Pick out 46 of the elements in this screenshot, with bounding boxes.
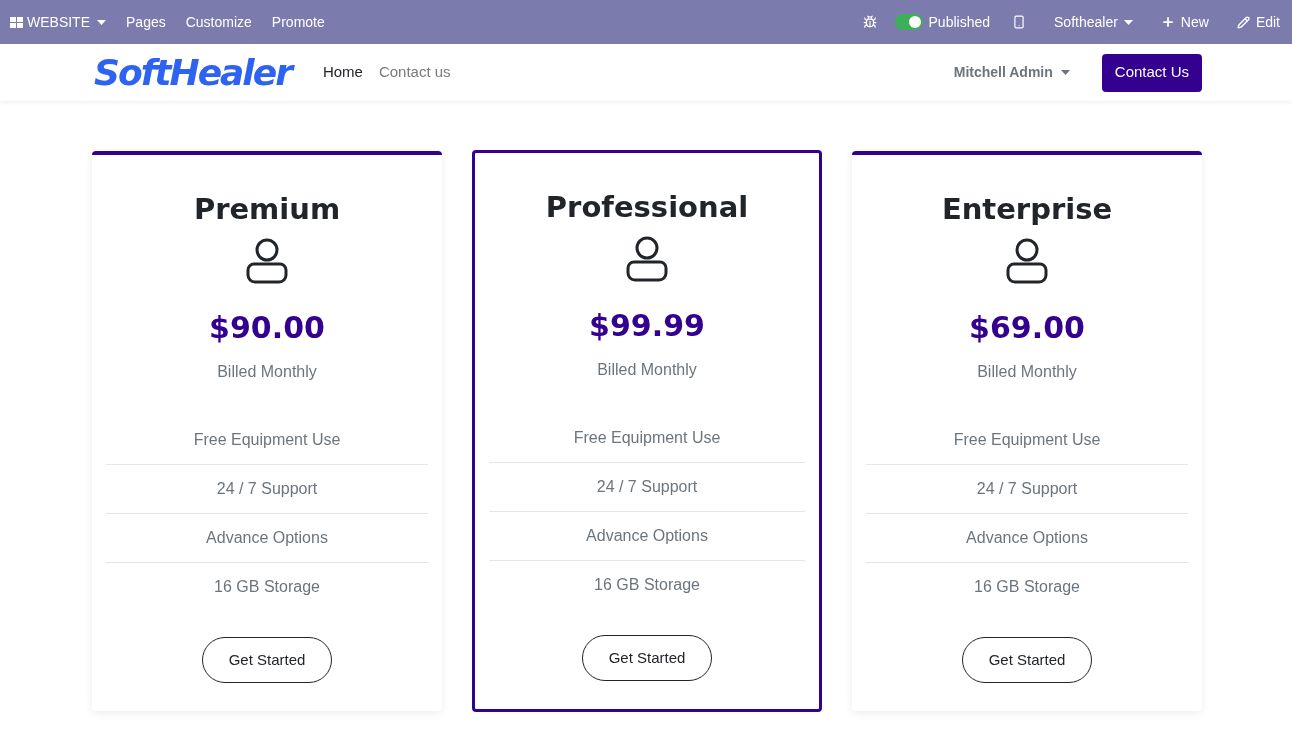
user-icon <box>246 237 288 286</box>
nav-link[interactable]: Home <box>322 61 363 84</box>
billing-period: Billed Monthly <box>597 360 697 381</box>
feature-item: Advance Options <box>866 514 1188 564</box>
caret-icon <box>1060 70 1070 75</box>
contact-us-button[interactable]: Contact Us <box>1101 53 1202 92</box>
mobile-icon[interactable] <box>1012 15 1027 29</box>
nav-link[interactable]: Contact us <box>378 61 451 84</box>
website-switcher[interactable]: Softhealer <box>1054 11 1133 33</box>
admin-menu-item[interactable]: Pages <box>126 11 166 33</box>
plan-price: $69.00 <box>969 309 1085 348</box>
user-icon <box>626 235 668 284</box>
plan-name: Professional <box>545 189 749 226</box>
admin-menu-item[interactable]: Customize <box>185 11 252 33</box>
bug-icon[interactable] <box>862 15 877 29</box>
feature-item: Free Equipment Use <box>866 416 1188 466</box>
feature-item: 16 GB Storage <box>973 577 1081 598</box>
feature-item: Free Equipment Use <box>489 414 805 464</box>
plan-price: $99.99 <box>589 307 705 346</box>
feature-item: 16 GB Storage <box>593 575 701 596</box>
plan-price: $90.00 <box>209 309 325 348</box>
feature-item: Free Equipment Use <box>106 416 428 466</box>
billing-period: Billed Monthly <box>977 362 1077 383</box>
feature-item: 24 / 7 Support <box>489 463 805 513</box>
published-label: Published <box>928 12 991 32</box>
feature-item: Advance Options <box>489 512 805 562</box>
edit-button[interactable]: Edit <box>1236 11 1280 33</box>
feature-item: 24 / 7 Support <box>106 465 428 515</box>
caret-icon <box>1123 19 1133 25</box>
toggle-switch[interactable] <box>894 14 923 30</box>
plus-icon <box>1160 15 1175 29</box>
published-toggle[interactable]: Published <box>894 11 991 33</box>
plan-name: Enterprise <box>941 191 1113 228</box>
admin-menu-item[interactable]: Promote <box>271 11 325 33</box>
user-menu[interactable]: Mitchell Admin <box>953 62 1070 83</box>
feature-item: 16 GB Storage <box>213 577 321 598</box>
grid-icon <box>10 16 23 28</box>
caret-icon <box>97 19 106 25</box>
website-menu[interactable]: WEBSITE <box>10 11 106 33</box>
feature-item: Advance Options <box>106 514 428 564</box>
feature-item: 24 / 7 Support <box>866 465 1188 515</box>
billing-period: Billed Monthly <box>217 362 317 383</box>
plan-name: Premium <box>193 191 341 228</box>
new-button[interactable]: New <box>1160 11 1209 33</box>
user-icon <box>1006 237 1048 286</box>
pencil-icon <box>1236 15 1250 29</box>
